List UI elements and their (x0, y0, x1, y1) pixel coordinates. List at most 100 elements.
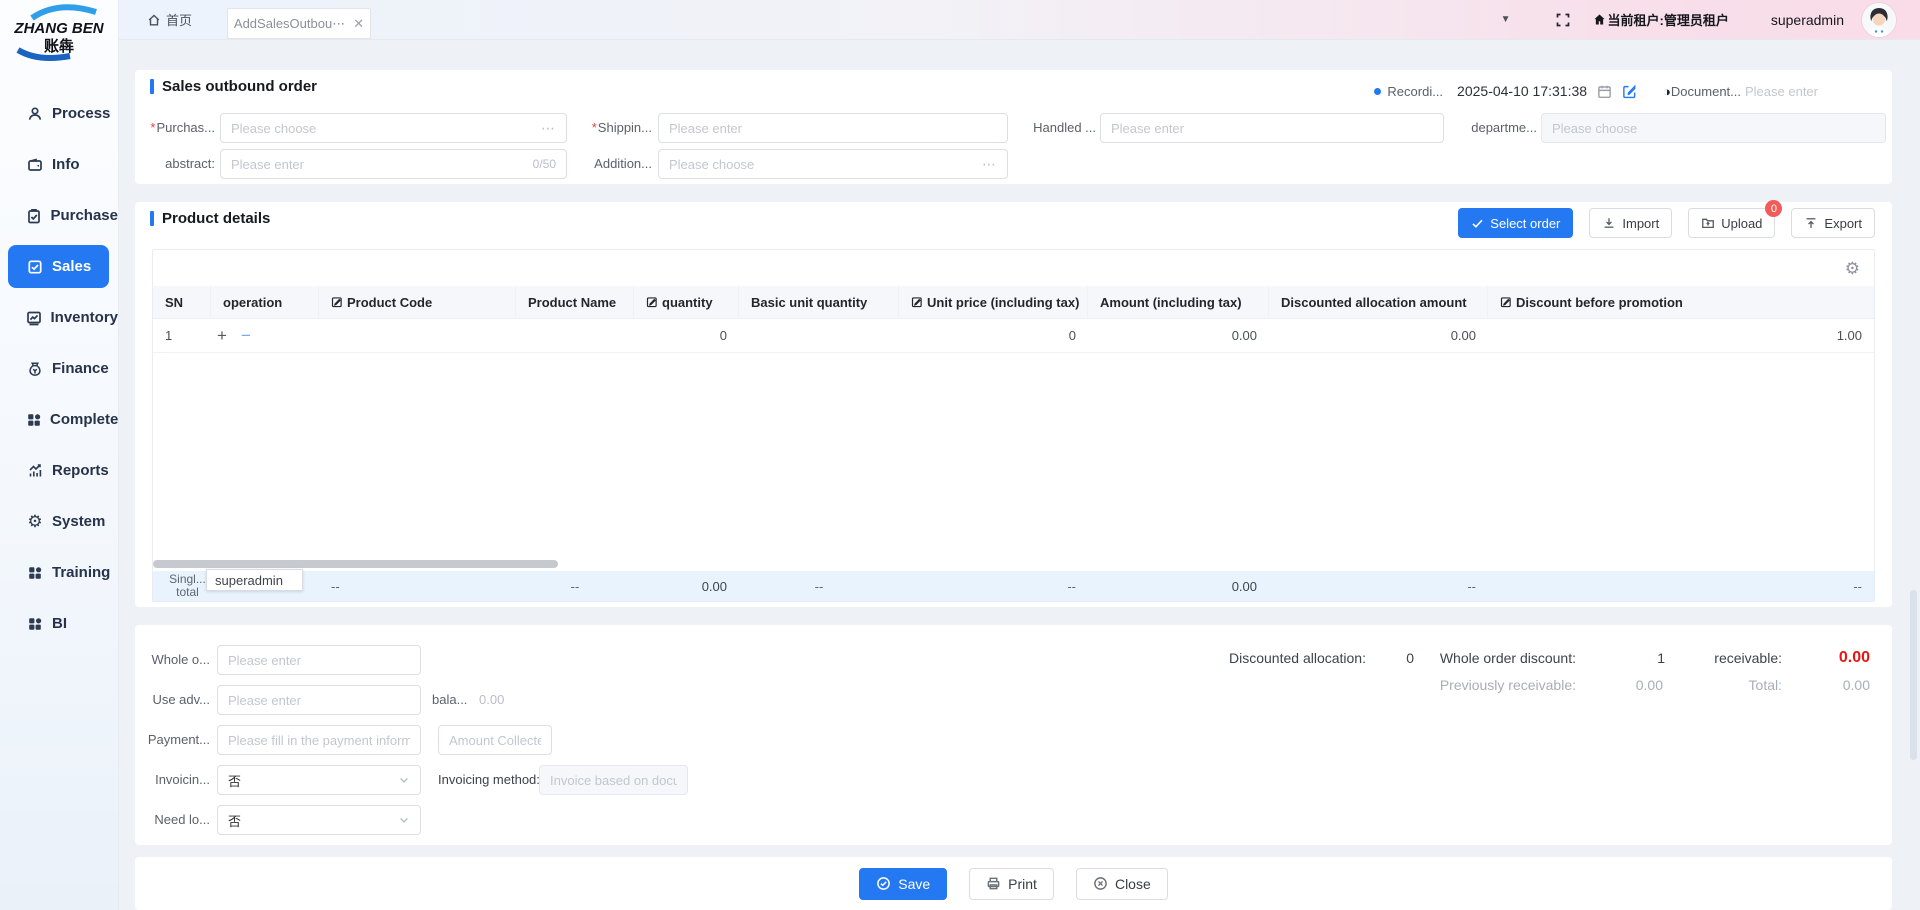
need-logistics-select[interactable]: 否 (217, 805, 421, 835)
tab-add-sales-outbound[interactable]: AddSalesOutbou⋯ ✕ (227, 8, 371, 39)
document-number-icon: ◑ (1663, 84, 1671, 99)
avatar[interactable] (1862, 3, 1896, 37)
column-header-sn[interactable]: SN (153, 286, 211, 318)
tenant-switcher[interactable]: 当前租户:管理员租户 (1593, 10, 1729, 29)
sidebar-item-training[interactable]: Training (0, 547, 118, 598)
import-button[interactable]: Import (1589, 208, 1672, 238)
total-label: Total: (1582, 670, 1782, 700)
page-title: Sales outbound order (162, 78, 317, 95)
column-header-operation[interactable]: operation (211, 286, 319, 318)
payment-input-field[interactable] (228, 733, 410, 748)
cell-unit-price[interactable]: 0 (899, 319, 1088, 352)
sidebar-item-info[interactable]: Info (0, 139, 118, 190)
cell-basic-unit-quantity (739, 319, 899, 352)
handled-input-field[interactable] (1111, 121, 1433, 136)
handled-input[interactable] (1100, 113, 1444, 143)
ellipsis-icon[interactable]: ⋯ (982, 156, 997, 173)
chevron-down-icon[interactable]: ▼ (1501, 14, 1511, 25)
total-product-code: -- (319, 571, 516, 601)
purchase-input[interactable]: ⋯ (220, 113, 567, 143)
print-button[interactable]: Print (969, 868, 1054, 900)
additional-input-field[interactable] (669, 157, 982, 172)
ellipsis-icon[interactable]: ⋯ (541, 120, 556, 137)
sidebar-item-sales[interactable]: Sales (0, 241, 118, 292)
sidebar-item-purchase[interactable]: Purchase (0, 190, 118, 241)
select-order-button[interactable]: Select order (1458, 208, 1573, 238)
balance-label: bala... (432, 685, 467, 715)
cell-discounted-allocation: 0.00 (1269, 319, 1488, 352)
fullscreen-icon[interactable] (1555, 12, 1571, 28)
abstract-input-field[interactable] (231, 157, 533, 172)
sidebar-item-system[interactable]: ⚙ System (0, 496, 118, 547)
trend-chart-icon (26, 462, 44, 480)
cell-discount-before-promotion[interactable]: 1.00 (1488, 319, 1874, 352)
column-header-discount-before-promotion[interactable]: Discount before promotion (1488, 286, 1874, 318)
section-title: Product details (150, 210, 270, 227)
cell-quantity[interactable]: 0 (634, 319, 739, 352)
abstract-input[interactable]: 0/50 (220, 149, 567, 179)
use-advance-input[interactable] (217, 685, 421, 715)
discounted-allocation-label: Discounted allocation: (1166, 643, 1366, 673)
home-icon (147, 13, 161, 27)
shipping-input[interactable] (658, 113, 1008, 143)
document-label: Document... (1671, 84, 1741, 99)
whole-order-input[interactable] (217, 645, 421, 675)
column-header-amount[interactable]: Amount (including tax) (1088, 286, 1269, 318)
payment-label: Payment... (135, 725, 210, 755)
amount-collected-input[interactable] (438, 725, 552, 755)
edit-icon[interactable] (1622, 84, 1637, 99)
save-button[interactable]: Save (859, 868, 947, 900)
sidebar-item-finance[interactable]: Finance (0, 343, 118, 394)
purchase-input-field[interactable] (231, 121, 541, 136)
use-advance-label: Use adv... (135, 685, 210, 715)
grid-icon (26, 411, 42, 429)
username[interactable]: superadmin (1771, 12, 1844, 28)
additional-input[interactable]: ⋯ (658, 149, 1008, 179)
upload-button[interactable]: Upload 0 (1688, 208, 1775, 238)
sidebar-item-bi[interactable]: BI (0, 598, 118, 649)
column-header-quantity[interactable]: quantity (634, 286, 739, 318)
inline-editor-popup[interactable]: superadmin (206, 569, 303, 591)
receivable-value: 0.00 (1770, 643, 1870, 673)
column-header-product-code[interactable]: Product Code (319, 286, 516, 318)
char-counter: 0/50 (533, 157, 556, 171)
document-number-input[interactable] (1745, 84, 1850, 99)
sidebar-item-label: Sales (52, 258, 91, 275)
horizontal-scrollbar-thumb[interactable] (153, 560, 558, 568)
column-header-unit-price[interactable]: Unit price (including tax) (899, 286, 1088, 318)
close-button[interactable]: Close (1076, 868, 1168, 900)
total-discounted-allocation: -- (1269, 571, 1488, 601)
need-logistics-select-value: 否 (228, 811, 398, 830)
department-input-field (1552, 121, 1875, 136)
tab-close-icon[interactable]: ✕ (353, 16, 364, 32)
column-header-discounted-allocation[interactable]: Discounted allocation amount (1269, 286, 1488, 318)
export-button[interactable]: Export (1791, 208, 1875, 238)
footer-action-bar: Save Print Close (135, 857, 1892, 910)
sidebar-item-complete[interactable]: Complete (0, 394, 118, 445)
shipping-label: *Shippin... (572, 113, 652, 143)
column-header-product-name[interactable]: Product Name (516, 286, 634, 318)
sidebar-item-inventory[interactable]: Inventory (0, 292, 118, 343)
use-advance-input-field[interactable] (228, 693, 410, 708)
shipping-input-field[interactable] (669, 121, 997, 136)
whole-order-input-field[interactable] (228, 653, 410, 668)
table-settings-gear-icon[interactable]: ⚙ (1845, 260, 1860, 277)
sidebar-item-label: Inventory (50, 309, 118, 326)
remove-row-button[interactable]: − (241, 327, 251, 344)
calendar-icon[interactable] (1597, 84, 1612, 99)
sidebar-item-reports[interactable]: Reports (0, 445, 118, 496)
cell-product-code[interactable] (319, 319, 516, 352)
folder-upload-icon (1701, 216, 1715, 230)
balance-value: 0.00 (479, 685, 504, 715)
tab-home[interactable]: 首页 (147, 10, 192, 29)
column-header-basic-unit-quantity[interactable]: Basic unit quantity (739, 286, 899, 318)
grid-icon (26, 615, 44, 633)
amount-collected-input-field[interactable] (449, 733, 541, 748)
vertical-scrollbar-thumb[interactable] (1910, 590, 1917, 760)
sidebar-item-process[interactable]: Process (0, 88, 118, 139)
add-row-button[interactable]: + (217, 327, 227, 344)
invoicing-method-input (539, 765, 688, 795)
table-total-row: Singl... total -- -- -- 0.00 -- -- 0.00 … (153, 571, 1874, 601)
invoicing-select[interactable]: 否 (217, 765, 421, 795)
payment-input[interactable] (217, 725, 421, 755)
